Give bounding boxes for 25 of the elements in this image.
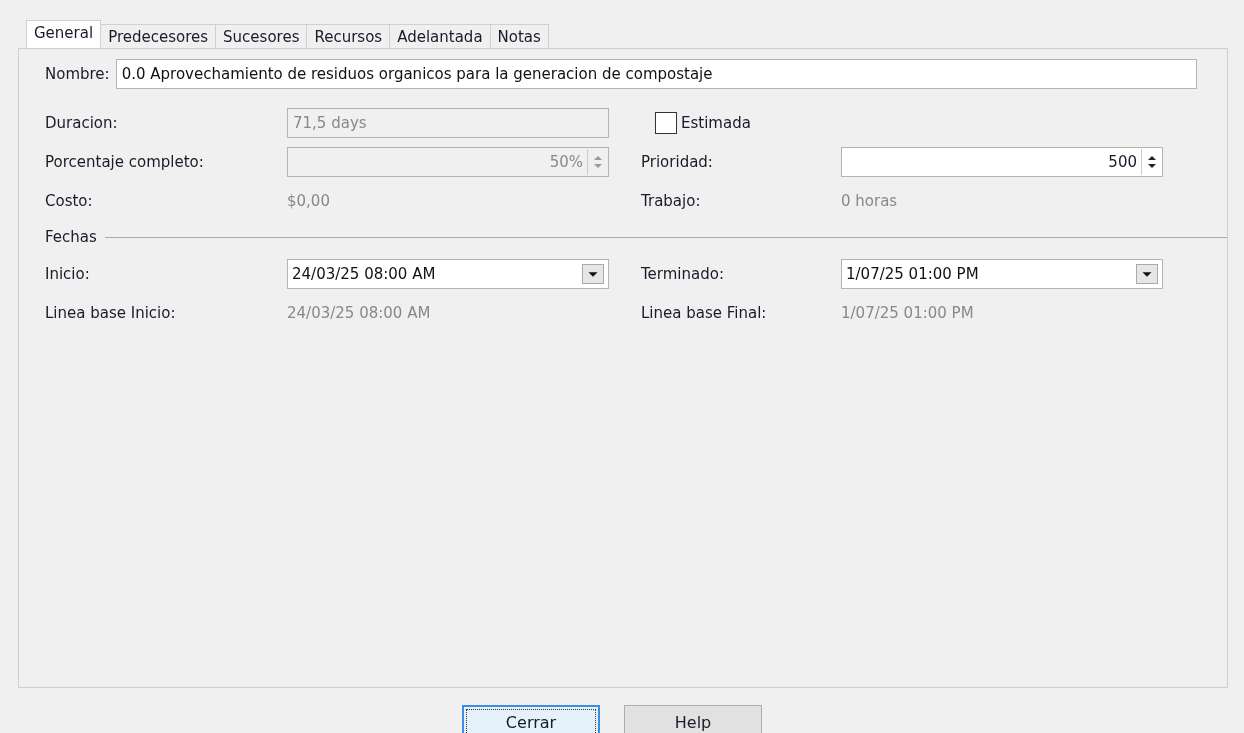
field-label: Duracion: [45,113,119,132]
baseline-finish-value: 1/07/25 01:00 PM [841,303,974,322]
checkbox[interactable] [655,111,677,134]
cost-value: $0,00 [287,191,330,210]
work-value: 0 horas [841,191,898,210]
field-label: Linea base Inicio: [45,303,177,322]
finish-date-dropdown[interactable]: 1/07/25 01:00 PM [841,258,1163,289]
field-label: Prioridad: [641,152,714,171]
start-date-dropdown[interactable]: 24/03/25 08:00 AM [287,258,609,289]
field-label: Linea base Final: [641,303,768,322]
field-label: Terminado: [641,264,725,283]
checkbox-label: Estimada [681,113,751,132]
field-label: Trabajo: [641,191,702,210]
priority-spinner[interactable]: 500 [841,146,1163,177]
tab[interactable]: Notas [489,24,549,48]
field-label: Costo: [45,191,94,210]
baseline-start-value: 24/03/25 08:00 AM [287,303,431,322]
close-button[interactable]: Cerrar [462,705,600,733]
tab[interactable]: General [26,20,102,48]
help-button[interactable]: Help [624,705,762,733]
name-field[interactable]: 0.0 Aprovechamiento de residuos organicos para la generacion de compostaje [115,59,1197,89]
section-title: Fechas [45,228,97,246]
field-label: Inicio: [45,264,91,283]
field-label: Nombre: [45,65,110,83]
field-label: Porcentaje completo: [45,152,205,171]
